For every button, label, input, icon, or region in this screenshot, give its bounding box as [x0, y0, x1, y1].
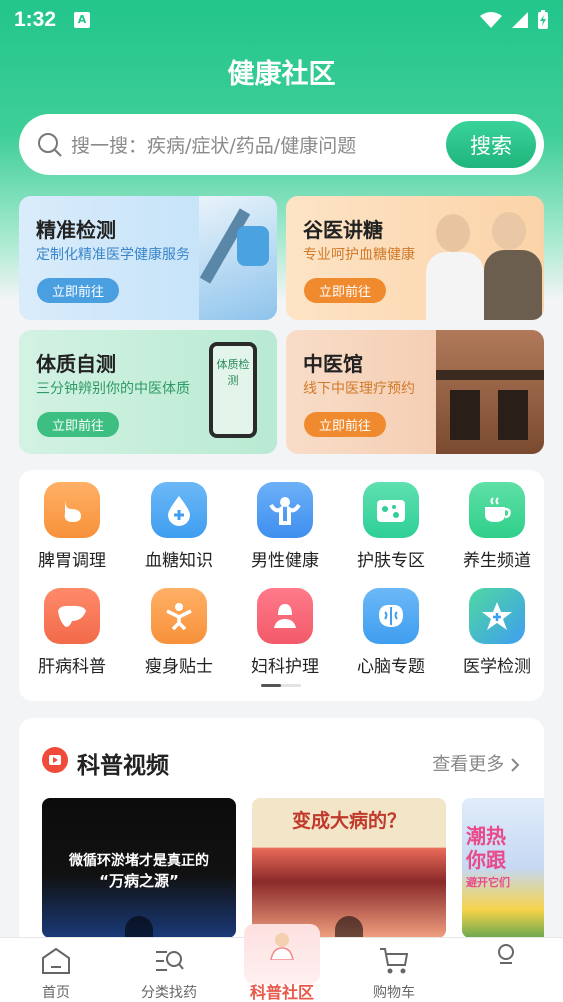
category-label: 养生频道 — [463, 551, 531, 571]
category-label: 肝病科普 — [38, 657, 106, 677]
card-tcm-clinic[interactable]: 中医馆 线下中医理疗预约 立即前往 — [286, 330, 544, 454]
category-label: 心脑专题 — [357, 657, 425, 677]
video-caption: 避开它们 — [466, 876, 510, 889]
category-medical-test[interactable]: 医学检测 — [447, 588, 547, 677]
lab-equipment-image — [199, 196, 277, 320]
category-stomach[interactable]: 脾胃调理 — [22, 482, 122, 571]
cart-icon — [380, 948, 409, 974]
card-subtitle: 三分钟辨别你的中医体质 — [36, 381, 190, 397]
stomach-icon — [44, 482, 100, 538]
card-subtitle: 线下中医理疗预约 — [303, 381, 415, 397]
tea-cup-icon — [469, 482, 525, 538]
card-subtitle: 专业呵护血糖健康 — [303, 247, 415, 263]
skin-icon — [363, 482, 419, 538]
card-title: 谷医讲糖 — [303, 218, 383, 242]
card-title: 体质自测 — [36, 352, 116, 376]
play-icon — [125, 916, 153, 938]
muscle-icon — [257, 482, 313, 538]
phone-screen-text: 体质检测 — [213, 346, 253, 434]
nav-community[interactable]: 科普社区 — [232, 924, 332, 1002]
card-subtitle: 定制化精准医学健康服务 — [36, 247, 190, 263]
nav-profile[interactable] — [456, 938, 556, 1002]
nav-category[interactable]: 分类找药 — [119, 938, 219, 1002]
video-caption: 微循环淤堵才是真正的 — [69, 853, 209, 869]
community-icon — [244, 924, 320, 984]
clinic-building-image — [436, 330, 544, 454]
wifi-icon — [480, 12, 502, 28]
category-liver[interactable]: 肝病科普 — [22, 588, 122, 677]
woman-icon — [257, 588, 313, 644]
see-more-link[interactable]: 查看更多 — [432, 750, 520, 776]
go-button[interactable]: 立即前往 — [37, 278, 119, 303]
search-button[interactable]: 搜索 — [446, 121, 536, 168]
phone-image: 体质检测 — [209, 342, 257, 438]
section-title: 科普视频 — [77, 753, 169, 779]
nav-cart[interactable]: 购物车 — [344, 938, 444, 1002]
status-bar: 1:32 A — [0, 0, 563, 40]
page-indicator — [261, 684, 301, 687]
liver-icon — [44, 588, 100, 644]
category-slimming[interactable]: 瘦身贴士 — [129, 588, 229, 677]
search-input[interactable]: 搜一搜：疾病/症状/药品/健康问题 — [71, 131, 356, 158]
category-label: 血糖知识 — [145, 551, 213, 571]
video-caption: 你跟 — [466, 848, 506, 872]
card-constitution-test[interactable]: 体质检测 体质自测 三分钟辨别你的中医体质 立即前往 — [19, 330, 277, 454]
video-caption: 变成大病的？ — [291, 810, 406, 832]
go-button[interactable]: 立即前往 — [304, 412, 386, 437]
bottom-navigation: 首页 分类找药 科普社区 购物车 — [0, 924, 563, 1002]
category-wellness[interactable]: 养生频道 — [447, 482, 547, 571]
nav-label: 购物车 — [373, 985, 415, 1001]
category-search-icon — [156, 951, 184, 971]
person-icon — [151, 588, 207, 644]
category-heart-brain[interactable]: 心脑专题 — [341, 588, 441, 677]
page-title: 健康社区 — [227, 59, 336, 90]
go-button[interactable]: 立即前往 — [304, 278, 386, 303]
search-bar[interactable]: 搜一搜：疾病/症状/药品/健康问题 搜索 — [19, 114, 544, 175]
video-play-icon — [42, 747, 68, 773]
category-grid: 脾胃调理 血糖知识 男性健康 护肤专区 养生频道 肝病科普 瘦身贴士 妇科护理 … — [19, 470, 544, 701]
blood-drop-icon — [151, 482, 207, 538]
play-icon — [335, 916, 363, 938]
nav-label: 科普社区 — [249, 983, 314, 1002]
card-precise-detection[interactable]: 精准检测 定制化精准医学健康服务 立即前往 — [19, 196, 277, 320]
video-card[interactable]: 变成大病的？ — [252, 798, 446, 938]
profile-icon — [498, 944, 514, 964]
nav-label: 首页 — [42, 985, 70, 1001]
category-gynecology[interactable]: 妇科护理 — [235, 588, 335, 677]
see-more-label: 查看更多 — [432, 754, 505, 775]
nav-home[interactable]: 首页 — [6, 938, 106, 1002]
notification-a-icon: A — [74, 12, 91, 28]
chevron-right-icon — [511, 758, 520, 772]
status-icons — [479, 10, 549, 30]
card-title: 中医馆 — [303, 352, 363, 376]
battery-icon — [538, 10, 548, 29]
brain-icon — [363, 588, 419, 644]
video-card[interactable]: 微循环淤堵才是真正的 “万病之源” — [42, 798, 236, 938]
star-badge-icon — [469, 588, 525, 644]
signal-icon — [512, 12, 528, 28]
nav-label: 分类找药 — [141, 985, 197, 1001]
category-label: 男性健康 — [251, 551, 319, 571]
home-icon — [42, 947, 70, 974]
search-icon — [38, 132, 62, 157]
category-label: 护肤专区 — [357, 551, 425, 571]
category-label: 瘦身贴士 — [145, 657, 213, 677]
doctors-photo — [426, 206, 544, 320]
category-blood-sugar[interactable]: 血糖知识 — [129, 482, 229, 571]
category-skincare[interactable]: 护肤专区 — [341, 482, 441, 571]
video-caption: “万病之源” — [99, 872, 179, 890]
category-label: 医学检测 — [463, 657, 531, 677]
video-card[interactable]: 潮热 你跟 避开它们 — [462, 798, 544, 938]
go-button[interactable]: 立即前往 — [37, 412, 119, 437]
status-time: 1:32 — [14, 8, 57, 31]
card-title: 精准检测 — [36, 218, 116, 242]
category-label: 脾胃调理 — [38, 551, 106, 571]
category-label: 妇科护理 — [251, 657, 319, 677]
category-male-health[interactable]: 男性健康 — [235, 482, 335, 571]
card-sugar-talk[interactable]: 谷医讲糖 专业呵护血糖健康 立即前往 — [286, 196, 544, 320]
